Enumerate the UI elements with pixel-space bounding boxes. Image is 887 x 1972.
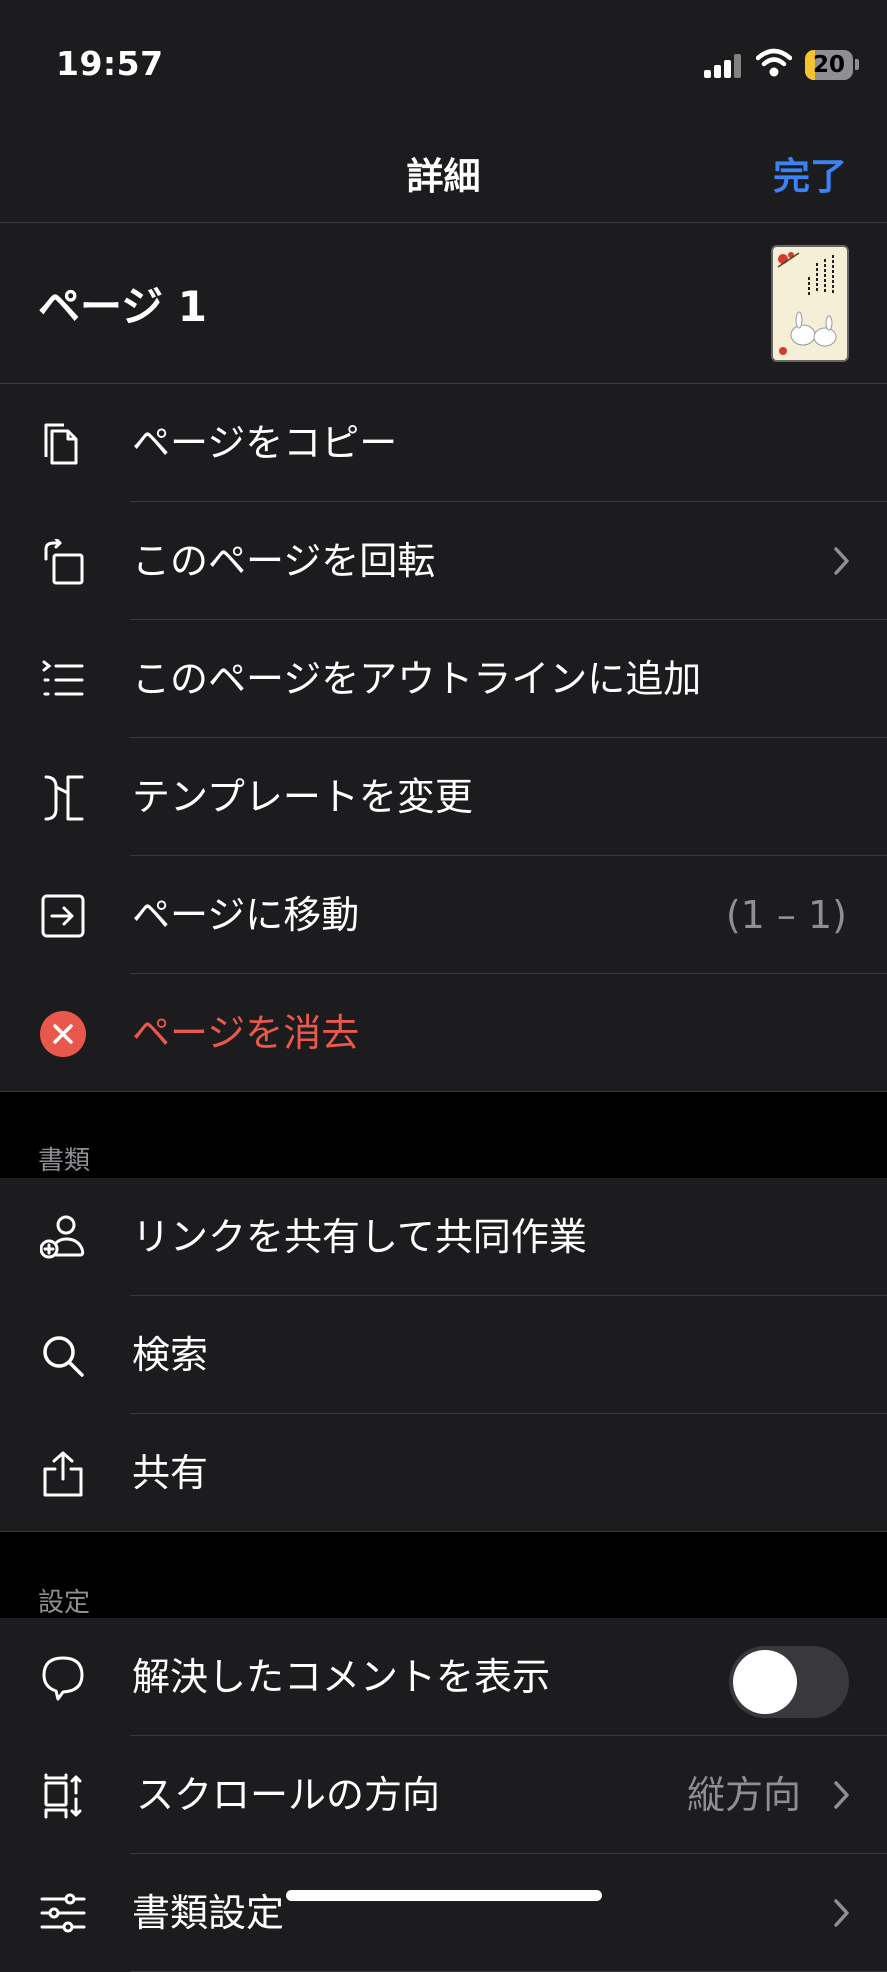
show-resolved-comments-toggle[interactable] (729, 1646, 849, 1718)
nav-title: 詳細 (406, 155, 481, 198)
template-icon (44, 775, 84, 821)
go-to-page-label: ページに移動 (132, 893, 360, 937)
page-title: ページ 1 (38, 282, 208, 331)
show-resolved-comments-label: 解決したコメントを表示 (132, 1655, 551, 1699)
sliders-icon (40, 1893, 86, 1933)
outline-list-icon (42, 660, 84, 696)
battery-icon: 20 (805, 50, 853, 80)
documents-section-header: 書類 (38, 1146, 91, 1176)
search-row[interactable]: 検索 (0, 1296, 887, 1414)
chevron-right-icon (834, 547, 849, 575)
done-button[interactable]: 完了 (773, 146, 847, 200)
toggle-knob (733, 1650, 797, 1714)
page-thumbnail[interactable] (771, 245, 849, 362)
navigation-bar: 詳細 完了 (0, 120, 887, 223)
rotate-icon (44, 539, 84, 585)
delete-icon (40, 1011, 86, 1057)
document-settings-label: 書類設定 (132, 1891, 285, 1935)
settings-section-header: 設定 (38, 1588, 91, 1618)
scroll-direction-label: スクロールの方向 (136, 1773, 441, 1817)
copy-page-label: ページをコピー (132, 421, 398, 465)
wifi-icon (756, 48, 792, 77)
share-link-collaborate-row[interactable]: リンクを共有して共同作業 (0, 1178, 887, 1296)
scroll-direction-icon (44, 1773, 82, 1819)
go-to-page-row[interactable]: ページに移動 (1 – 1) (0, 856, 887, 974)
chevron-right-icon (834, 1899, 849, 1927)
rotate-page-label: このページを回転 (132, 539, 436, 583)
scroll-direction-value: 縦方向 (686, 1773, 801, 1817)
document-settings-row[interactable]: 書類設定 (0, 1854, 887, 1972)
go-to-page-icon (41, 894, 85, 938)
show-resolved-comments-row: 解決したコメントを表示 (0, 1618, 887, 1736)
page-header: ページ 1 (0, 223, 887, 384)
add-to-outline-row[interactable]: このページをアウトラインに追加 (0, 620, 887, 738)
battery-nub (855, 59, 859, 70)
scroll-direction-row[interactable]: スクロールの方向 縦方向 (0, 1736, 887, 1854)
status-bar: 19:57 20 (0, 0, 887, 120)
delete-page-label: ページを消去 (132, 1011, 360, 1055)
status-time: 19:57 (56, 44, 164, 83)
delete-page-row[interactable]: ページを消去 (0, 974, 887, 1092)
share-row[interactable]: 共有 (0, 1414, 887, 1532)
page-thumbnail-image (773, 247, 847, 360)
battery-level: 20 (812, 52, 845, 78)
share-icon (43, 1451, 83, 1497)
copy-page-row[interactable]: ページをコピー (0, 384, 887, 502)
comment-icon (42, 1656, 84, 1701)
search-label: 検索 (132, 1333, 209, 1377)
search-icon (43, 1336, 84, 1377)
cellular-signal-icon (704, 54, 744, 78)
add-person-icon (40, 1215, 85, 1259)
change-template-row[interactable]: テンプレートを変更 (0, 738, 887, 856)
add-to-outline-label: このページをアウトラインに追加 (132, 657, 702, 701)
share-link-collaborate-label: リンクを共有して共同作業 (132, 1215, 587, 1259)
chevron-right-icon (834, 1781, 849, 1809)
copy-icon (44, 423, 78, 465)
share-label: 共有 (132, 1451, 209, 1495)
home-indicator[interactable] (286, 1890, 602, 1901)
page-range-value: (1 – 1) (725, 893, 847, 937)
change-template-label: テンプレートを変更 (132, 775, 473, 819)
rotate-page-row[interactable]: このページを回転 (0, 502, 887, 620)
